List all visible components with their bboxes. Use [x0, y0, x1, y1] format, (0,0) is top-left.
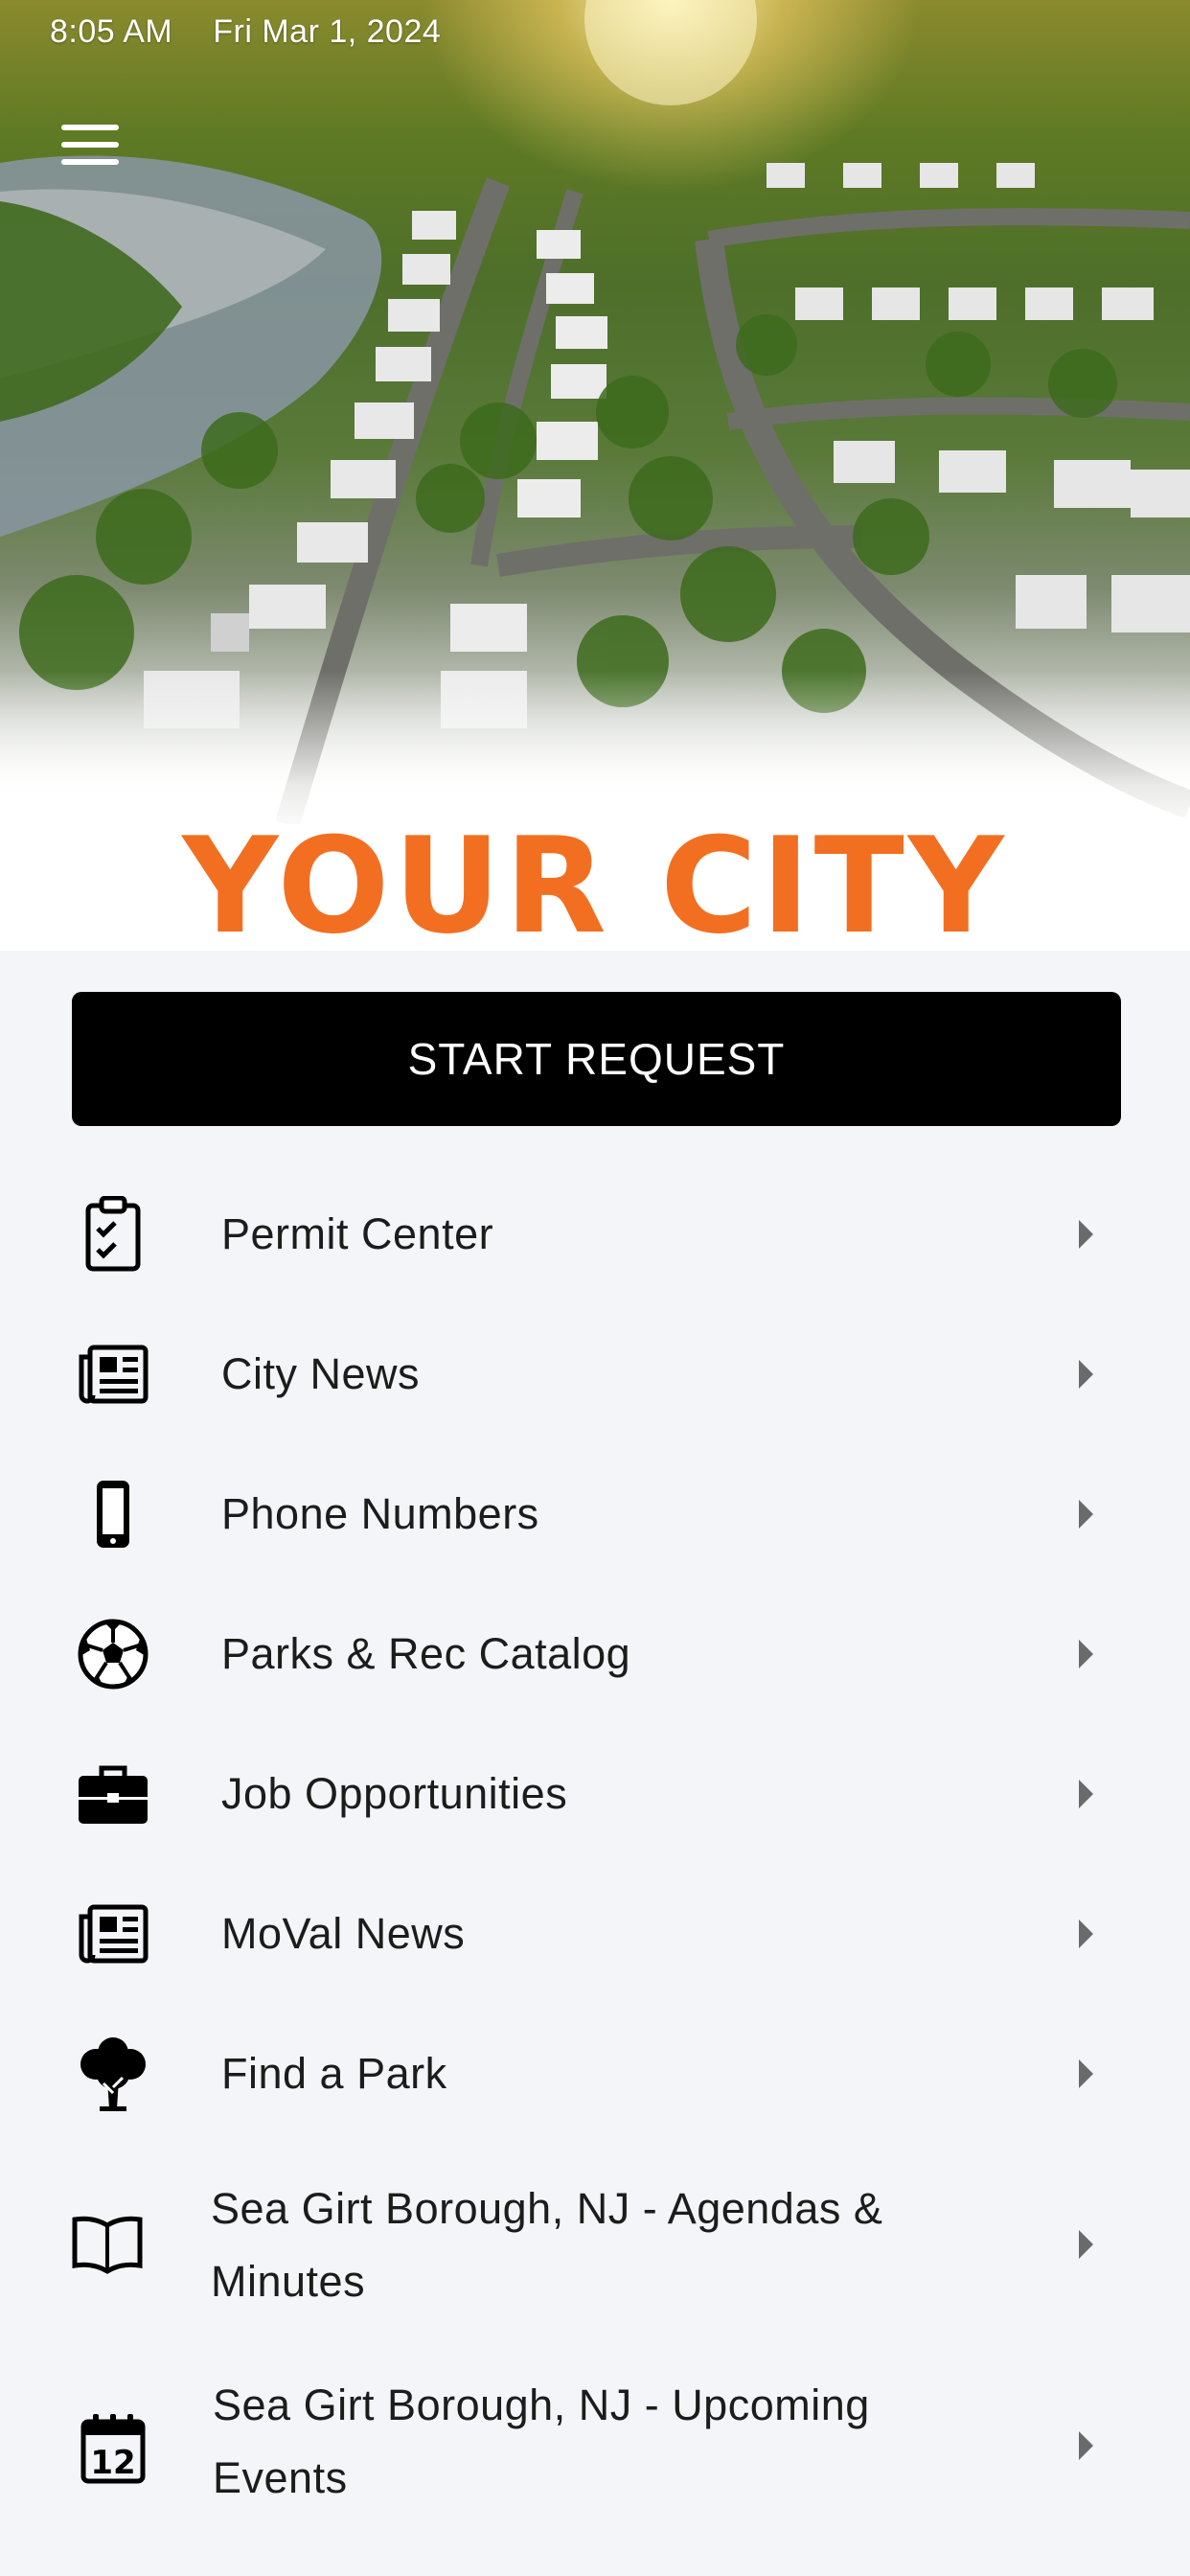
menu-item-job-opportunities[interactable]: Job Opportunities	[0, 1724, 1190, 1864]
chevron-right-icon	[1079, 1640, 1093, 1668]
chevron-right-icon	[1079, 2431, 1093, 2460]
city-title: YOUR CITY HERE	[182, 809, 1008, 952]
hero-banner: 8:05 AM Fri Mar 1, 2024 YOUR CITY HERE	[0, 0, 1190, 951]
status-time: 8:05 AM	[50, 13, 173, 50]
chevron-right-icon	[1079, 2230, 1093, 2259]
start-request-button[interactable]: START REQUEST	[72, 992, 1121, 1126]
menu-item-label: Sea Girt Borough, NJ - Upcoming Events	[213, 2380, 870, 2502]
chevron-right-icon	[1079, 1500, 1093, 1529]
menu-item-city-news[interactable]: City News	[0, 1304, 1190, 1444]
menu-item-upcoming-events[interactable]: 12 Sea Girt Borough, NJ - Upcoming Event…	[0, 2345, 1190, 2546]
menu-item-label: Job Opportunities	[221, 1769, 568, 1818]
chevron-right-icon	[1079, 1780, 1093, 1808]
calendar-icon: 12	[67, 2403, 159, 2495]
chevron-right-icon	[1079, 1360, 1093, 1389]
menu-item-label: MoVal News	[221, 1909, 466, 1958]
open-book-icon	[61, 2198, 153, 2290]
menu-item-permit-center[interactable]: Permit Center	[0, 1164, 1190, 1304]
hamburger-menu-icon[interactable]	[56, 119, 123, 172]
menu-item-label: City News	[221, 1349, 421, 1398]
menu-item-parks-rec-catalog[interactable]: Parks & Rec Catalog	[0, 1584, 1190, 1724]
newspaper-icon	[67, 1328, 159, 1420]
menu-item-agendas-minutes[interactable]: Sea Girt Borough, NJ - Agendas & Minutes	[0, 2144, 1190, 2345]
briefcase-icon	[67, 1748, 159, 1840]
tree-icon	[67, 2028, 159, 2120]
mobile-phone-icon	[67, 1468, 159, 1560]
chevron-right-icon	[1079, 1220, 1093, 1249]
calendar-day-number: 12	[90, 2444, 135, 2482]
menu-item-label: Phone Numbers	[221, 1489, 539, 1538]
chevron-right-icon	[1079, 2059, 1093, 2088]
menu-item-find-a-park[interactable]: Find a Park	[0, 2004, 1190, 2144]
newspaper-icon	[67, 1888, 159, 1980]
menu-item-moval-news[interactable]: MoVal News	[0, 1864, 1190, 2004]
menu-item-label: Sea Girt Borough, NJ - Agendas & Minutes	[211, 2184, 883, 2306]
chevron-right-icon	[1079, 1920, 1093, 1948]
menu-item-phone-numbers[interactable]: Phone Numbers	[0, 1444, 1190, 1584]
status-bar: 8:05 AM Fri Mar 1, 2024	[50, 13, 441, 51]
menu-item-label: Parks & Rec Catalog	[221, 1629, 631, 1678]
status-date: Fri Mar 1, 2024	[213, 13, 442, 50]
menu-item-label: Find a Park	[221, 2049, 447, 2098]
menu-item-label: Permit Center	[221, 1209, 494, 1258]
soccer-ball-icon	[67, 1608, 159, 1700]
clipboard-check-icon	[67, 1188, 159, 1280]
